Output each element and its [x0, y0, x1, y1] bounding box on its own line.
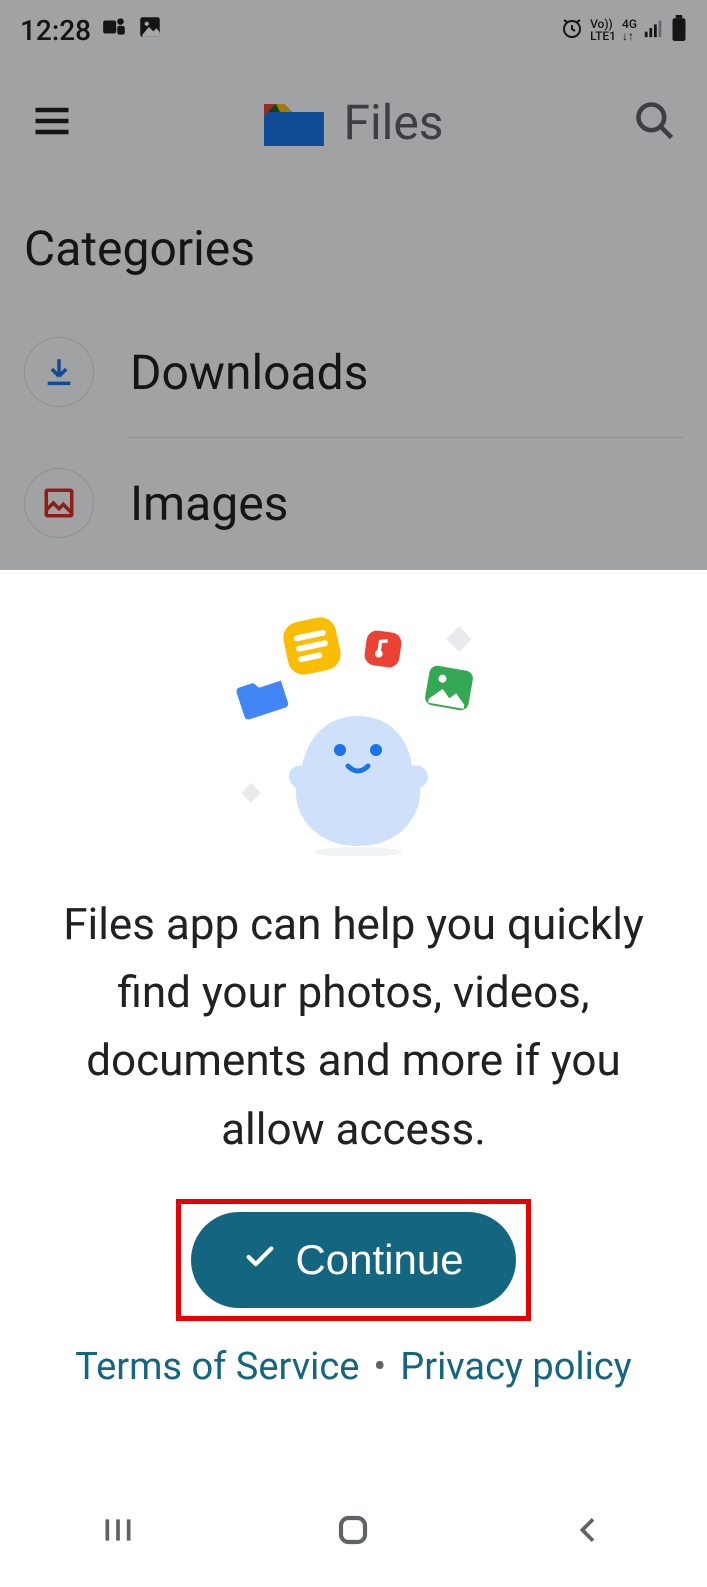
permission-sheet: Files app can help you quickly find your…: [0, 570, 707, 1472]
tos-link[interactable]: Terms of Service: [75, 1345, 359, 1389]
modal-scrim[interactable]: [0, 0, 707, 570]
home-button[interactable]: [329, 1506, 377, 1554]
recents-button[interactable]: [94, 1506, 142, 1554]
continue-button[interactable]: Continue: [191, 1212, 515, 1308]
illustration: [244, 610, 464, 860]
legal-links: Terms of Service • Privacy policy: [75, 1345, 632, 1389]
continue-label: Continue: [295, 1236, 463, 1284]
privacy-link[interactable]: Privacy policy: [400, 1345, 632, 1389]
system-nav-bar: [0, 1472, 707, 1587]
instruction-highlight: Continue: [176, 1199, 530, 1321]
separator-dot: •: [373, 1345, 386, 1389]
check-icon: [243, 1236, 277, 1284]
sheet-message: Files app can help you quickly find your…: [40, 890, 667, 1163]
back-button[interactable]: [565, 1506, 613, 1554]
